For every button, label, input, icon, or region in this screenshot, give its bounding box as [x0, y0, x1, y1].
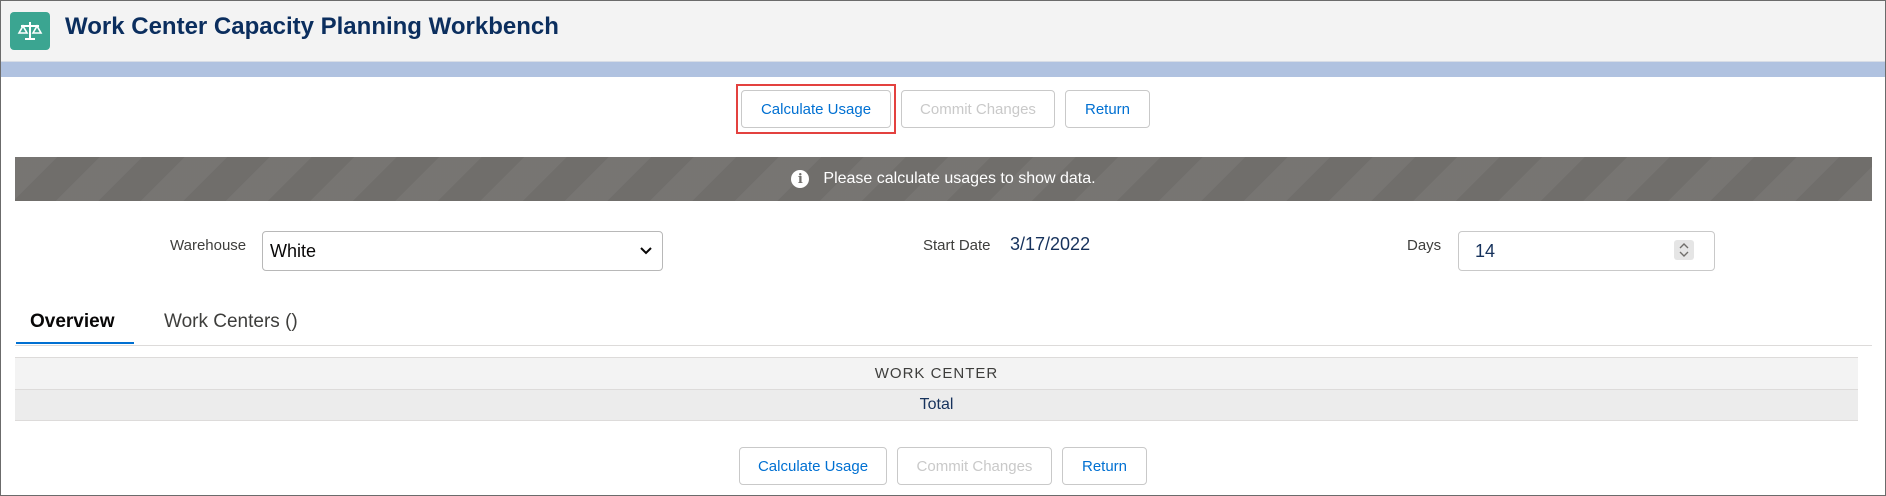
warehouse-value: White [270, 240, 317, 261]
days-label: Days [1407, 237, 1442, 254]
chevron-down-icon [640, 247, 652, 255]
active-tab-indicator [16, 342, 134, 344]
commit-changes-button[interactable]: Commit Changes [901, 90, 1055, 128]
tab-divider [15, 345, 1872, 346]
scales-icon [10, 12, 50, 50]
tab-work-centers[interactable]: Work Centers () [164, 311, 298, 333]
page-header: Work Center Capacity Planning Workbench [1, 1, 1885, 62]
tab-overview[interactable]: Overview [30, 311, 115, 333]
warehouse-select[interactable]: White [262, 231, 663, 271]
info-icon: i [791, 170, 810, 188]
info-banner: i Please calculate usages to show data. [15, 157, 1872, 201]
start-date-label: Start Date [923, 237, 991, 254]
banner-message: Please calculate usages to show data. [823, 170, 1096, 187]
page-title: Work Center Capacity Planning Workbench [65, 13, 559, 40]
calculate-usage-button-bottom[interactable]: Calculate Usage [739, 447, 887, 485]
return-button-bottom[interactable]: Return [1062, 447, 1147, 485]
workbench-window: Work Center Capacity Planning Workbench … [0, 0, 1886, 496]
chevron-up-icon [1679, 243, 1689, 249]
warehouse-label: Warehouse [170, 237, 247, 254]
work-center-table: WORK CENTER Total [15, 357, 1858, 421]
calculate-usage-button[interactable]: Calculate Usage [741, 90, 891, 128]
days-stepper[interactable] [1674, 240, 1694, 260]
commit-changes-button-bottom[interactable]: Commit Changes [897, 447, 1052, 485]
days-input[interactable]: 14 [1458, 231, 1715, 271]
chevron-down-icon [1679, 251, 1689, 257]
header-strip [1, 62, 1885, 77]
column-header-work-center: WORK CENTER [15, 357, 1858, 390]
table-row-total: Total [15, 390, 1858, 421]
start-date-value: 3/17/2022 [1010, 234, 1091, 254]
days-value: 14 [1475, 240, 1496, 261]
return-button[interactable]: Return [1065, 90, 1150, 128]
